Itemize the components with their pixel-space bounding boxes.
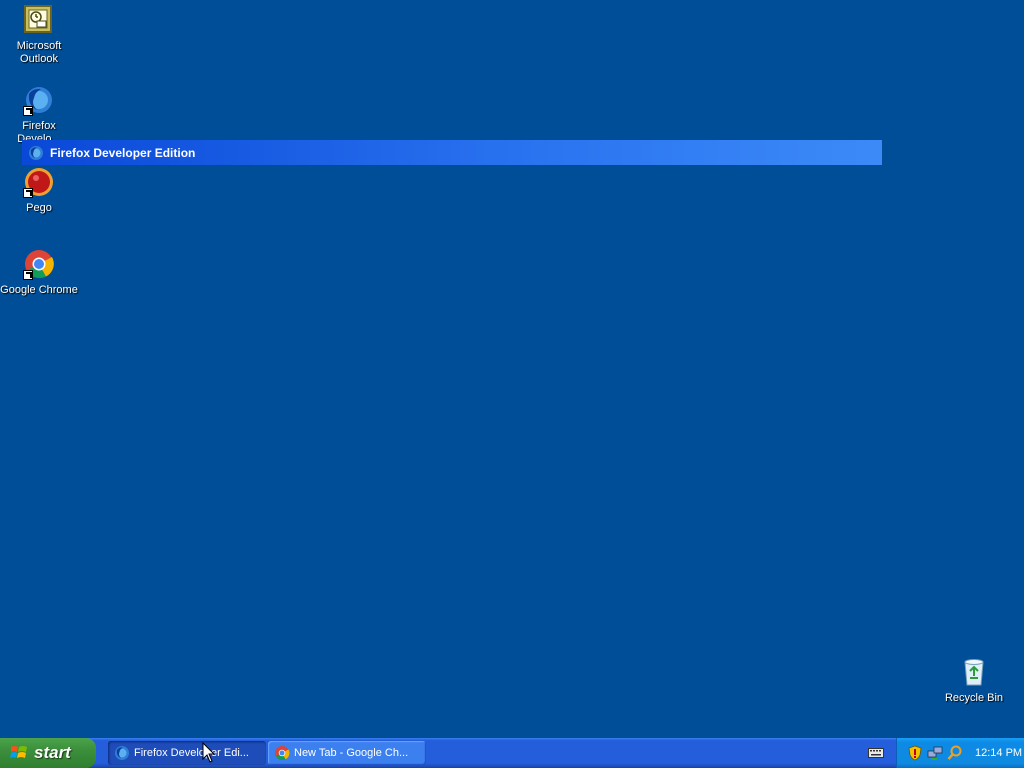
taskbar-button-label: Firefox Developer Edi... (134, 747, 249, 759)
firefox-developer-icon (28, 145, 44, 161)
shortcut-arrow-icon (23, 188, 33, 198)
firefox-developer-icon (115, 746, 129, 760)
taskbar-button-chrome[interactable]: New Tab - Google Ch... (268, 741, 426, 765)
system-tray: 12:14 PM (896, 738, 1024, 768)
shortcut-arrow-icon (23, 270, 33, 280)
desktop-icon-outlook[interactable]: Microsoft Outlook (0, 4, 78, 66)
start-label: start (34, 743, 71, 762)
taskbar-button-label: New Tab - Google Ch... (294, 747, 409, 759)
chrome-icon (275, 746, 290, 761)
taskbar-button-firefox[interactable]: Firefox Developer Edi... (108, 741, 266, 765)
window-title: Firefox Developer Edition (50, 145, 196, 160)
start-button[interactable]: start (0, 738, 96, 768)
shortcut-arrow-icon (23, 106, 33, 116)
search-icon[interactable] (947, 745, 963, 761)
firefox-developer-icon (23, 84, 55, 116)
windows-logo-icon (10, 746, 27, 758)
desktop-icon-pego[interactable]: Pego (0, 166, 78, 215)
desktop-icon-label: Recycle Bin (944, 692, 1004, 704)
pego-icon (23, 166, 55, 198)
desktop-icon-label: Pego (26, 202, 52, 214)
clock[interactable]: 12:14 PM (975, 747, 1022, 759)
mouse-cursor-icon (202, 742, 216, 763)
chrome-icon (23, 248, 55, 280)
security-shield-icon[interactable] (907, 745, 923, 761)
desktop-icon-recycle-bin[interactable]: Recycle Bin (935, 656, 1013, 705)
desktop-icon-chrome[interactable]: Google Chrome (0, 248, 78, 297)
desktop: Microsoft Outlook Firefox Develo... Pego (0, 0, 1024, 738)
keyboard-icon[interactable] (868, 746, 884, 760)
desktop-icon-label: Microsoft Outlook (16, 40, 62, 65)
desktop-icon-firefox-developer[interactable]: Firefox Develo... (0, 84, 78, 146)
dragging-window-titlebar[interactable]: Firefox Developer Edition (22, 140, 882, 165)
network-icon[interactable] (927, 745, 943, 761)
recycle-bin-icon (958, 656, 990, 688)
desktop-icon-label: Google Chrome (0, 284, 78, 296)
outlook-icon (23, 4, 55, 36)
